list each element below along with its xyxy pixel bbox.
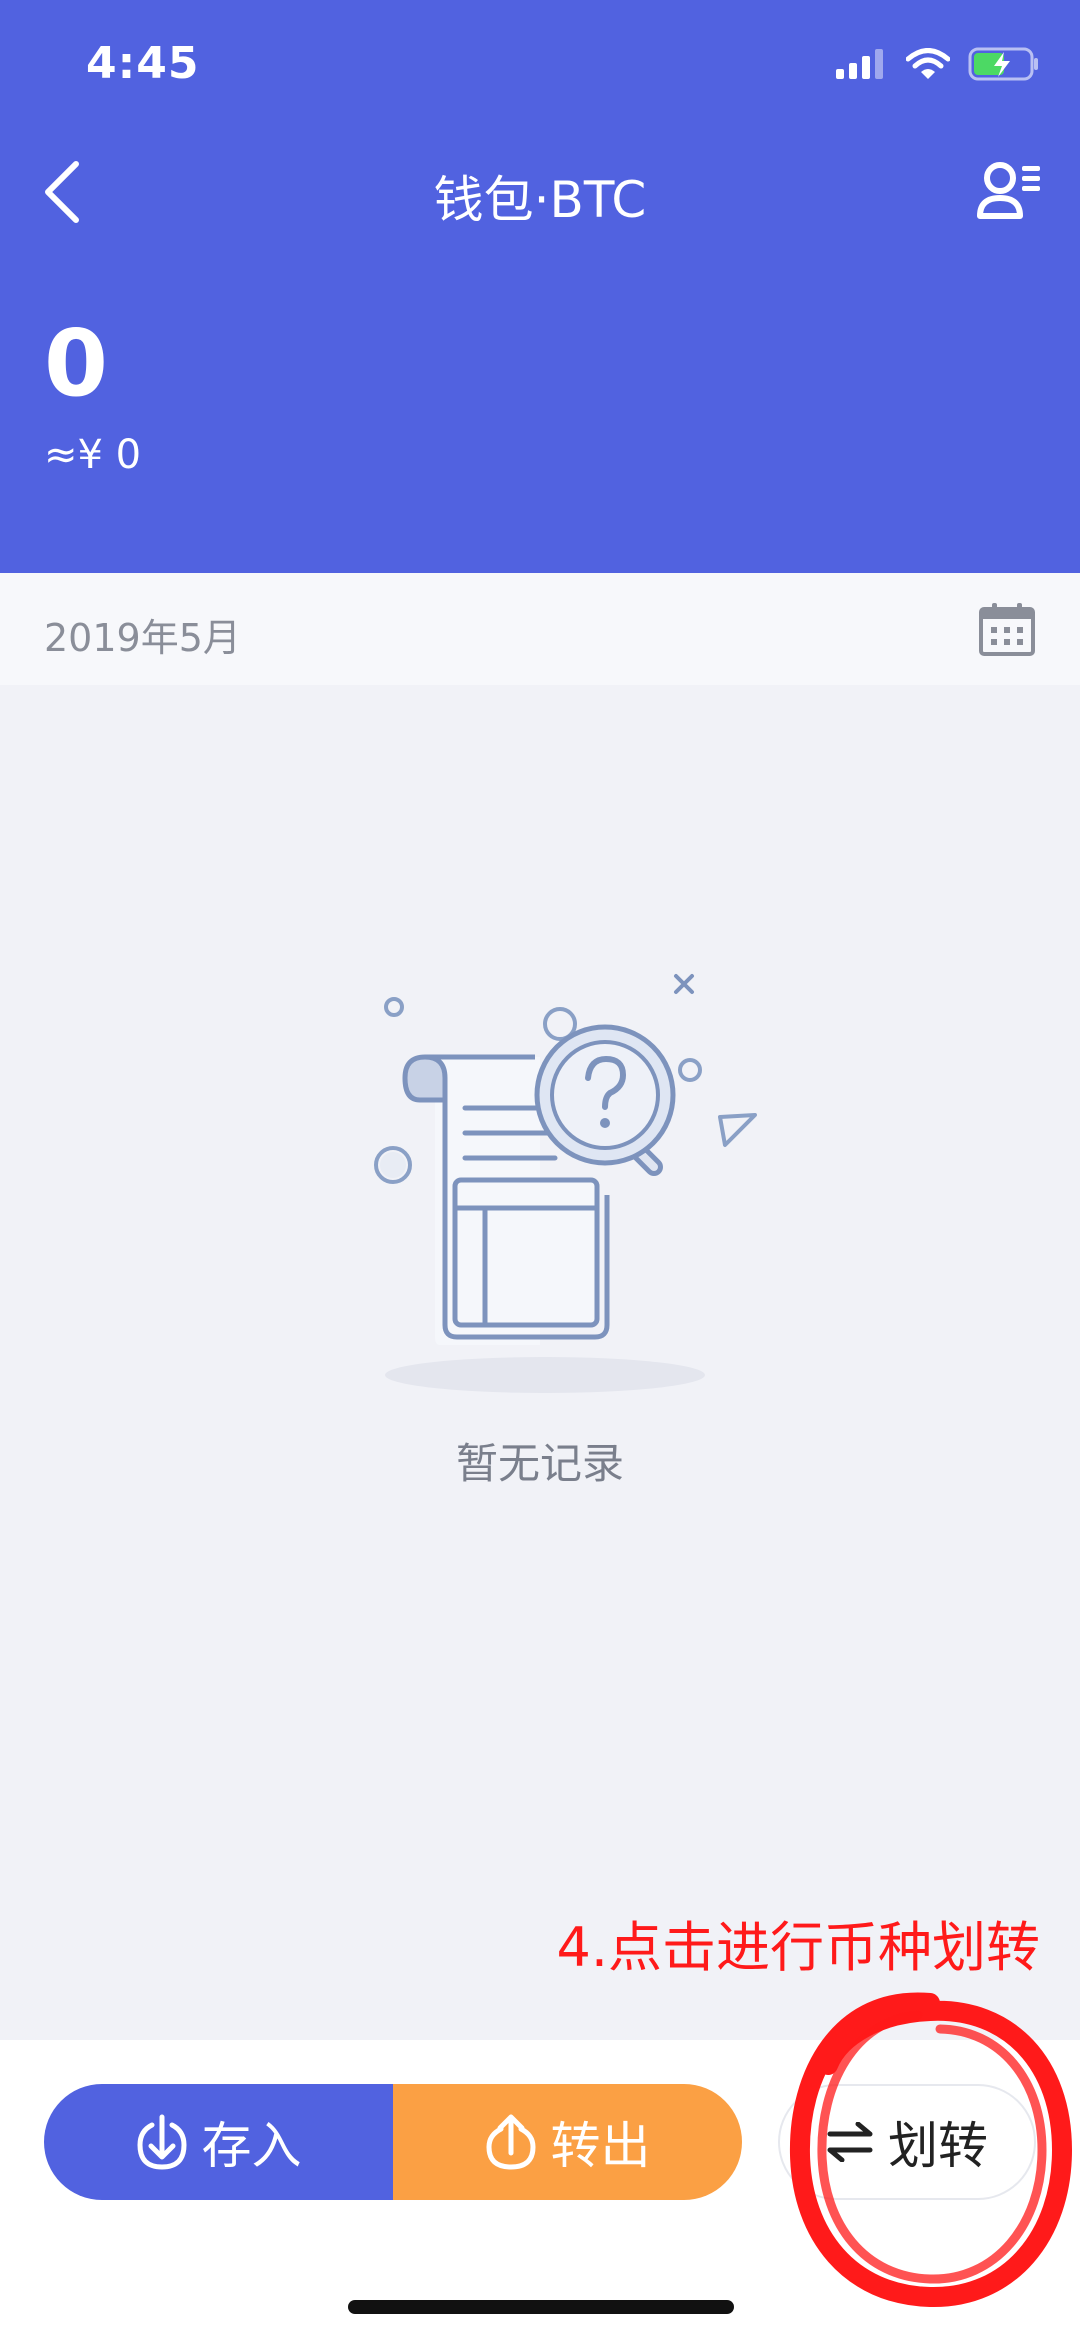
deposit-label: 存入: [201, 2117, 302, 2175]
home-indicator: [348, 2300, 734, 2314]
account-menu-button[interactable]: [974, 154, 1044, 226]
empty-records-icon: [374, 974, 757, 1393]
empty-state-message: 暂无记录: [455, 1439, 624, 1488]
annotation-text: 4.点击进行币种划转: [556, 1916, 1040, 1979]
deposit-withdraw-group: 存入 转出: [44, 2084, 742, 2200]
wallet-page: 4:45 钱包·BTC 0 ≈¥ 0 2019年5月 暂无记录 4.点击进行币种…: [0, 0, 1080, 2339]
bottom-action-bar: 存入 转出 划转: [0, 2040, 1080, 2339]
calendar-button[interactable]: [978, 601, 1036, 657]
deposit-button[interactable]: 存入: [44, 2084, 393, 2200]
status-icons: [836, 44, 1040, 84]
transfer-label: 划转: [888, 2117, 988, 2175]
transfer-button[interactable]: 划转: [778, 2084, 1036, 2200]
balance-amount: 0: [44, 310, 109, 417]
signal-icon: [836, 49, 883, 79]
withdraw-button[interactable]: 转出: [393, 2084, 742, 2200]
status-bar: 4:45: [0, 0, 1080, 130]
transfer-arrows-icon: [827, 2122, 873, 2162]
status-time: 4:45: [86, 38, 200, 89]
balance-cny: ≈¥ 0: [44, 432, 142, 478]
withdraw-label: 转出: [550, 2117, 651, 2175]
wifi-icon: [906, 48, 950, 79]
battery-icon: [968, 47, 1038, 81]
date-filter-bar: 2019年5月: [0, 573, 1080, 685]
date-label: 2019年5月: [44, 616, 241, 660]
nav-bar: 钱包·BTC: [0, 140, 1080, 240]
calendar-icon: [979, 603, 1035, 656]
deposit-icon: [136, 2114, 187, 2170]
user-list-icon: [977, 162, 1040, 219]
wallet-header: 4:45 钱包·BTC 0 ≈¥ 0: [0, 0, 1080, 573]
withdraw-icon: [485, 2114, 536, 2170]
page-title: 钱包·BTC: [433, 171, 647, 229]
